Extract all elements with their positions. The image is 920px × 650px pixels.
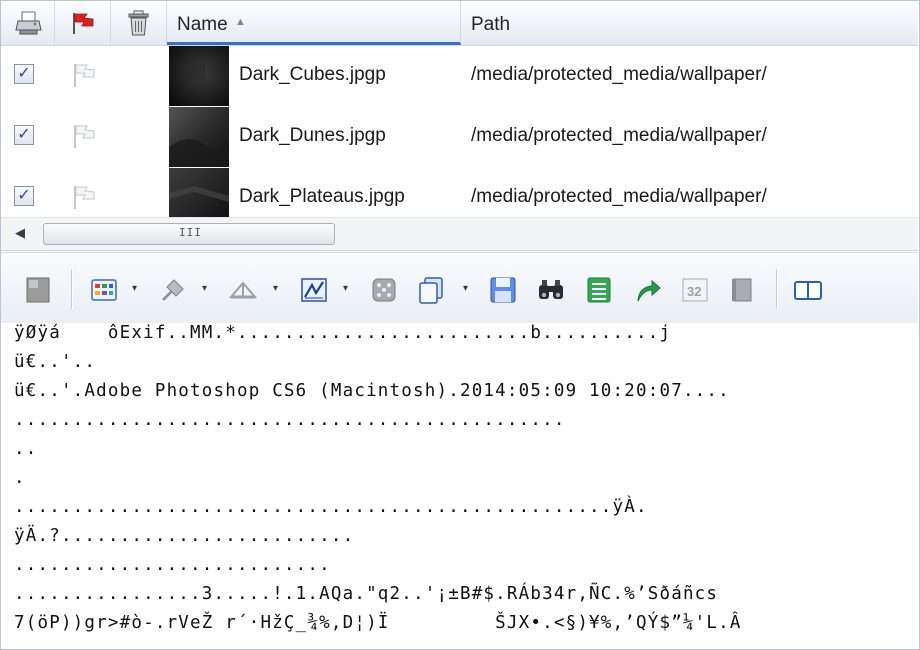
- flag-outline-icon[interactable]: [69, 182, 99, 212]
- grid-view-button[interactable]: [89, 275, 119, 305]
- path-column-label: Path: [471, 14, 511, 35]
- save-button[interactable]: [488, 275, 518, 305]
- dump-line: 7(öP))gr>#ò-.rVeŽ r´·HžÇ_¾%,D¦)Ï ŠJX•.<§…: [14, 613, 742, 633]
- image-thumbnail: [169, 107, 229, 167]
- horizontal-scrollbar[interactable]: ◀ III: [1, 217, 918, 251]
- file-path: /media/protected_media/wallpaper/: [471, 64, 767, 85]
- pin-button[interactable]: [158, 275, 188, 305]
- grid-view-dropdown-icon[interactable]: ▾: [132, 283, 137, 294]
- scrollbar-thumb[interactable]: III: [43, 223, 335, 245]
- image-thumbnail: [169, 46, 229, 106]
- chart-dropdown-icon[interactable]: ▾: [343, 283, 348, 294]
- file-row[interactable]: ✓ Dark_Dunes.jpgp /media/protected_media…: [1, 107, 918, 167]
- bridge-button[interactable]: [228, 275, 258, 305]
- book-icon: [732, 278, 752, 302]
- dice-button[interactable]: [369, 275, 399, 305]
- page-icon: [26, 277, 50, 303]
- grid-view-icon: [91, 279, 117, 301]
- toolbar-separator: [776, 269, 778, 309]
- viewer-toolbar: ▾ ▾ ▾ ▾ ▾ 32: [1, 252, 918, 324]
- number-icon-text: 32: [687, 284, 701, 299]
- copy-dropdown-icon[interactable]: ▾: [463, 283, 468, 294]
- number-button[interactable]: 32: [680, 275, 710, 305]
- pin-icon: [162, 279, 184, 301]
- trash-icon: [128, 10, 149, 36]
- file-row[interactable]: ✓ Dark_Cubes.jpgp /media/protected_media…: [1, 46, 918, 106]
- dump-line: .: [14, 468, 26, 488]
- list-button[interactable]: [584, 275, 614, 305]
- dice-icon: [372, 278, 396, 302]
- file-name: Dark_Dunes.jpgp: [239, 125, 386, 146]
- chart-icon: [301, 278, 327, 302]
- dump-line: ü€..'..: [14, 352, 97, 372]
- print-column-header[interactable]: [1, 1, 55, 45]
- save-icon: [490, 277, 516, 303]
- row-checkbox[interactable]: ✓: [14, 186, 34, 206]
- row-checkbox[interactable]: ✓: [14, 64, 34, 84]
- flag-column-header[interactable]: [55, 1, 111, 45]
- list-icon: [587, 277, 611, 303]
- redo-button[interactable]: [633, 275, 663, 305]
- row-checkbox[interactable]: ✓: [14, 125, 34, 145]
- dump-line: ..: [14, 439, 38, 459]
- number-32-icon: 32: [682, 278, 708, 302]
- dump-line: ........................................…: [14, 410, 566, 430]
- bridge-dropdown-icon[interactable]: ▾: [273, 283, 278, 294]
- toolbar-separator: [71, 269, 73, 309]
- copy-button[interactable]: [416, 275, 446, 305]
- dump-line: ÿØÿá ôExif..MM.*........................…: [14, 323, 672, 343]
- printer-icon: [15, 11, 42, 35]
- name-column-header[interactable]: Name ▲: [167, 1, 461, 45]
- dump-line: ÿÄ.?.........................: [14, 526, 355, 546]
- file-content-view[interactable]: ÿØÿá ôExif..MM.*........................…: [1, 323, 918, 649]
- flag-outline-icon[interactable]: [69, 121, 99, 151]
- book-button[interactable]: [727, 275, 757, 305]
- split-view-button[interactable]: [793, 275, 823, 305]
- dump-line: ü€..'.Adobe Photoshop CS6 (Macintosh).20…: [14, 381, 730, 401]
- flag-outline-icon[interactable]: [69, 60, 99, 90]
- file-row[interactable]: ✓ Dark_Plateaus.jpgp /media/protected_me…: [1, 168, 918, 217]
- dump-line: ...........................: [14, 555, 331, 575]
- file-name: Dark_Cubes.jpgp: [239, 64, 386, 85]
- sort-ascending-icon: ▲: [235, 16, 246, 28]
- name-column-label: Name: [177, 14, 228, 35]
- scroll-left-icon[interactable]: ◀: [15, 225, 25, 241]
- file-list-header: Name ▲ Path: [1, 1, 918, 46]
- file-path: /media/protected_media/wallpaper/: [471, 186, 767, 207]
- delete-column-header[interactable]: [111, 1, 167, 45]
- bridge-icon: [228, 281, 258, 299]
- scrollbar-grip: III: [179, 226, 202, 239]
- file-name: Dark_Plateaus.jpgp: [239, 186, 405, 207]
- binoculars-icon: [539, 280, 563, 299]
- file-path: /media/protected_media/wallpaper/: [471, 125, 767, 146]
- chart-button[interactable]: [299, 275, 329, 305]
- copy-icon: [419, 277, 443, 304]
- dump-line: ................3.....!.1.AQa."q2..'¡±B#…: [14, 584, 719, 604]
- split-view-icon: [794, 281, 822, 300]
- page-button[interactable]: [23, 275, 53, 305]
- path-column-header[interactable]: Path: [461, 1, 918, 45]
- redo-arrow-icon: [637, 279, 661, 302]
- find-button[interactable]: [536, 275, 566, 305]
- pin-dropdown-icon[interactable]: ▾: [202, 283, 207, 294]
- image-thumbnail: [169, 168, 229, 217]
- red-flag-icon: [73, 13, 94, 34]
- dump-line: ........................................…: [14, 497, 648, 517]
